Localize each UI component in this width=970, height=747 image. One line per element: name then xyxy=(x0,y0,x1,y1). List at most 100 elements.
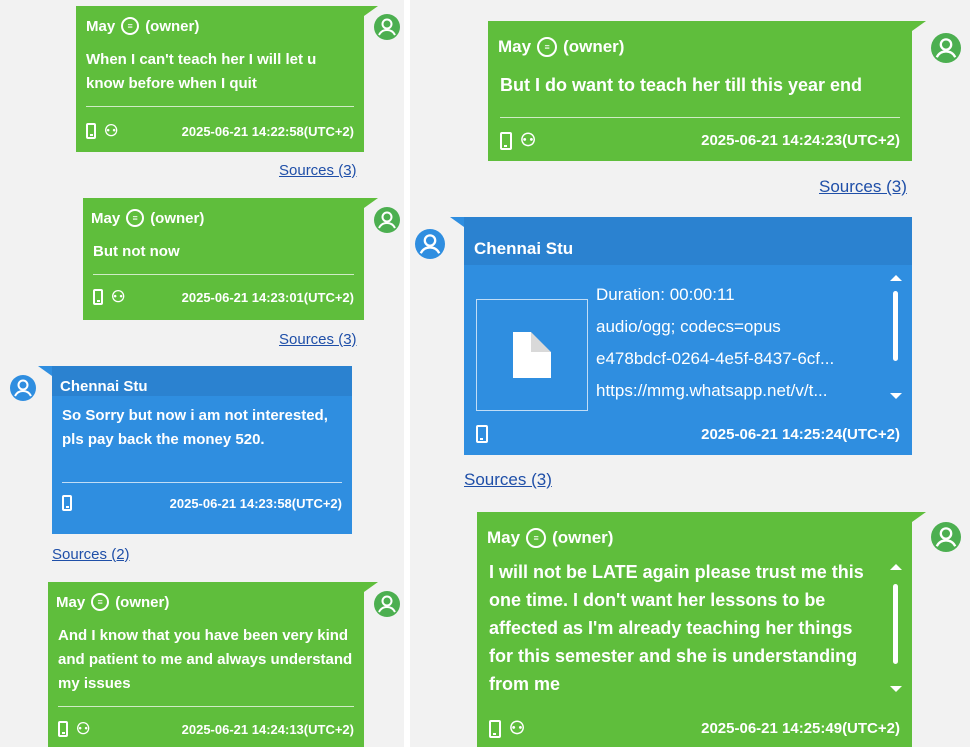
avatar xyxy=(415,229,445,259)
file-icon xyxy=(513,332,551,378)
avatar xyxy=(374,207,400,233)
message-footer: ⚇ 2025-06-21 14:22:58(UTC+2) xyxy=(76,107,364,141)
message-text: When I can't teach her I will let u know… xyxy=(86,51,317,92)
message-timestamp: 2025-06-21 14:25:24(UTC+2) xyxy=(701,425,900,443)
sender-name: Chennai Stu xyxy=(474,239,574,258)
phone-icon xyxy=(489,719,501,738)
sources-link[interactable]: Sources (2) xyxy=(52,546,130,563)
scroll-up-icon[interactable] xyxy=(890,564,902,570)
message-header: Chennai Stu xyxy=(464,217,912,265)
bubble-tail xyxy=(38,366,52,376)
message-bubble-contact: Chennai Stu Duration: 00:00:11 audio/ogg… xyxy=(450,217,912,455)
phone-icon xyxy=(93,289,103,305)
sources-link[interactable]: Sources (3) xyxy=(819,177,907,197)
message-bubble-owner: May ≡ (owner) But not now ⚇ 2025-06-21 1… xyxy=(83,198,378,320)
group-icon: ⚇ xyxy=(104,123,119,140)
audio-attachment-thumbnail[interactable] xyxy=(476,299,588,411)
sender-name: May xyxy=(487,528,521,547)
sources-link[interactable]: Sources (3) xyxy=(279,331,357,348)
scroll-thumb[interactable] xyxy=(893,584,898,664)
user-avatar-icon xyxy=(378,595,396,613)
phone-icon xyxy=(500,131,512,150)
message-header: May ≡ (owner) xyxy=(83,198,364,228)
sources-link[interactable]: Sources (3) xyxy=(464,470,552,490)
sender-name: May xyxy=(86,17,116,35)
message-timestamp: 2025-06-21 14:23:01(UTC+2) xyxy=(181,289,354,305)
message-footer: ⚇ 2025-06-21 14:24:23(UTC+2) xyxy=(488,118,912,151)
scroll-up-icon[interactable] xyxy=(890,275,902,281)
message-header: May ≡ (owner) xyxy=(488,21,912,59)
user-avatar-icon xyxy=(935,38,957,58)
message-text: And I know that you have been very kind … xyxy=(58,627,353,692)
group-icon: ⚇ xyxy=(111,289,126,306)
message-header: May ≡ (owner) xyxy=(477,512,912,550)
phone-icon xyxy=(476,425,488,443)
message-footer: ⚇ 2025-06-21 14:25:49(UTC+2) xyxy=(489,718,900,739)
phone-icon xyxy=(62,495,72,511)
message-header: Chennai Stu xyxy=(52,366,352,396)
user-avatar-icon xyxy=(378,211,396,229)
message-timestamp: 2025-06-21 14:23:58(UTC+2) xyxy=(169,495,342,511)
user-avatar-icon xyxy=(378,18,396,36)
message-bubble-contact: Chennai Stu So Sorry but now i am not in… xyxy=(38,366,352,534)
message-footer: 2025-06-21 14:23:58(UTC+2) xyxy=(52,483,352,511)
attachment-mime: audio/ogg; codecs=opus xyxy=(596,317,781,336)
left-chat-column: May ≡ (owner) When I can't teach her I w… xyxy=(0,0,404,747)
attachment-scrollbar[interactable] xyxy=(890,275,902,405)
attachment-duration: Duration: 00:00:11 xyxy=(596,285,735,304)
message-text: But I do want to teach her till this yea… xyxy=(500,75,863,95)
avatar xyxy=(931,33,961,63)
message-bubble-owner: May ≡ (owner) I will not be LATE again p… xyxy=(477,512,926,747)
message-timestamp: 2025-06-21 14:22:58(UTC+2) xyxy=(181,123,354,139)
bubble-tail xyxy=(450,217,464,227)
avatar xyxy=(374,14,400,40)
sender-role: (owner) xyxy=(115,593,170,611)
message-footer: ⚇ 2025-06-21 14:24:13(UTC+2) xyxy=(48,707,364,739)
message-timestamp: 2025-06-21 14:25:49(UTC+2) xyxy=(701,720,900,737)
attachment-url[interactable]: https://mmg.whatsapp.net/v/t... xyxy=(596,381,828,401)
message-timestamp: 2025-06-21 14:24:23(UTC+2) xyxy=(701,132,900,149)
emoji-icon: ≡ xyxy=(91,593,110,611)
message-footer: ⚇ 2025-06-21 14:23:01(UTC+2) xyxy=(83,275,364,307)
emoji-icon: ≡ xyxy=(121,17,140,35)
user-avatar-icon xyxy=(419,234,441,254)
scroll-down-icon[interactable] xyxy=(890,686,902,692)
bubble-tail xyxy=(912,21,926,31)
emoji-icon: ≡ xyxy=(537,37,558,57)
group-icon: ⚇ xyxy=(520,130,537,150)
message-text: But not now xyxy=(93,243,180,260)
user-avatar-icon xyxy=(935,527,957,547)
message-scrollbar[interactable] xyxy=(890,564,902,698)
message-footer: 2025-06-21 14:25:24(UTC+2) xyxy=(476,425,900,443)
sender-name: May xyxy=(91,209,121,227)
message-header: May ≡ (owner) xyxy=(76,6,364,36)
message-text: So Sorry but now i am not interested, pl… xyxy=(62,407,328,448)
group-icon: ⚇ xyxy=(509,718,526,738)
phone-icon xyxy=(86,123,96,139)
user-avatar-icon xyxy=(14,379,32,397)
sender-role: (owner) xyxy=(552,528,614,547)
bubble-tail xyxy=(912,512,926,522)
message-header: May ≡ (owner) xyxy=(48,582,364,612)
right-chat-column: May ≡ (owner) But I do want to teach her… xyxy=(410,0,970,747)
attachment-id: e478bdcf-0264-4e5f-8437-6cf... xyxy=(596,349,835,368)
sender-name: Chennai Stu xyxy=(60,377,148,395)
message-text: I will not be LATE again please trust me… xyxy=(489,562,864,694)
emoji-icon: ≡ xyxy=(526,528,547,548)
sender-name: May xyxy=(498,37,532,56)
sender-name: May xyxy=(56,593,86,611)
message-timestamp: 2025-06-21 14:24:13(UTC+2) xyxy=(181,721,354,737)
sender-role: (owner) xyxy=(145,17,200,35)
scroll-down-icon[interactable] xyxy=(890,393,902,399)
phone-icon xyxy=(58,721,68,737)
message-bubble-owner: May ≡ (owner) And I know that you have b… xyxy=(48,582,378,747)
sources-link[interactable]: Sources (3) xyxy=(279,162,357,179)
sender-role: (owner) xyxy=(563,37,625,56)
emoji-icon: ≡ xyxy=(126,209,145,227)
avatar xyxy=(931,522,961,552)
scroll-thumb[interactable] xyxy=(893,291,898,361)
avatar xyxy=(374,591,400,617)
message-bubble-owner: May ≡ (owner) When I can't teach her I w… xyxy=(76,6,378,152)
group-icon: ⚇ xyxy=(76,721,91,738)
sender-role: (owner) xyxy=(150,209,205,227)
